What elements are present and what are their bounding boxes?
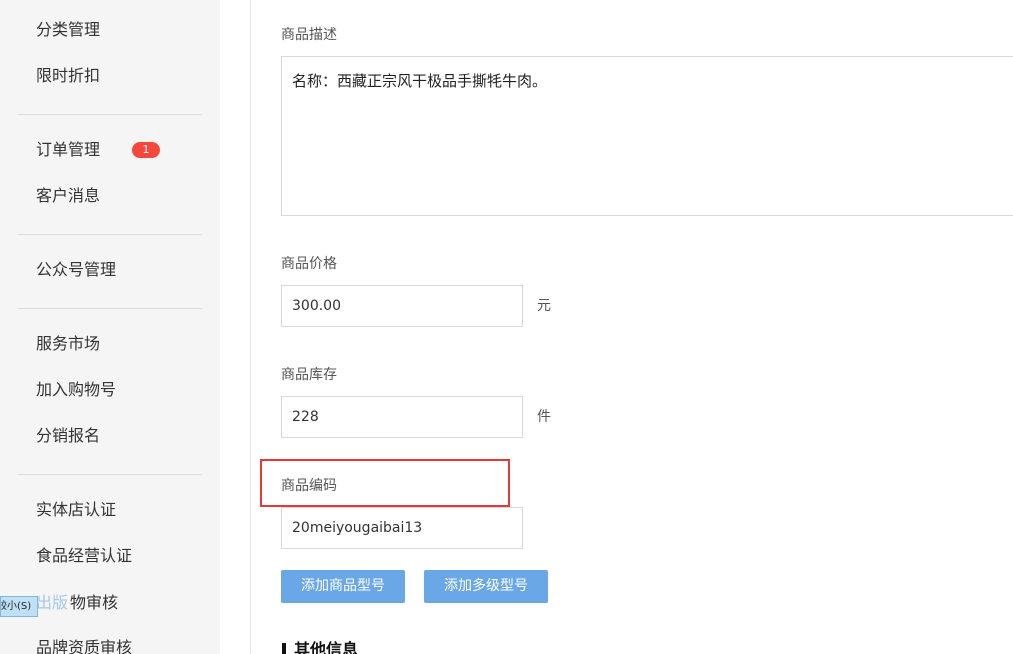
code-input[interactable]: 20meiyougaibai13 — [281, 507, 523, 549]
add-model-button[interactable]: 添加商品型号 — [281, 570, 405, 603]
description-label: 商品描述 — [281, 27, 337, 43]
sidebar-item-category[interactable]: 分类管理 — [36, 20, 100, 40]
sidebar-item-publication-review[interactable]: 物审核 — [70, 593, 118, 613]
price-input[interactable]: 300.00 — [281, 285, 523, 327]
sidebar-item-brand-review[interactable]: 品牌资质审核 — [36, 638, 132, 654]
content-divider — [250, 0, 251, 654]
sidebar-item-store-certification[interactable]: 实体店认证 — [36, 500, 116, 520]
sidebar-divider — [18, 234, 202, 235]
ime-candidate-box[interactable]: 较小(S) — [0, 596, 38, 617]
description-textarea[interactable]: 名称：西藏正宗风干极品手撕牦牛肉。 — [281, 56, 1013, 216]
sidebar-item-messages[interactable]: 客户消息 — [36, 186, 100, 206]
sidebar-item-orders[interactable]: 订单管理 — [36, 140, 100, 160]
sidebar-item-join-shopping[interactable]: 加入购物号 — [36, 380, 116, 400]
ime-composition-text: 出版 — [36, 593, 69, 612]
price-unit: 元 — [537, 298, 551, 314]
section-marker — [282, 643, 286, 654]
other-info-title: 其他信息 — [294, 640, 359, 654]
app-frame: 分类管理 限时折扣 订单管理 1 客户消息 公众号管理 服务市场 加入购物号 分… — [0, 0, 1013, 654]
sidebar-divider — [18, 474, 202, 475]
sidebar-item-discount[interactable]: 限时折扣 — [36, 66, 100, 86]
stock-unit: 件 — [537, 409, 551, 425]
code-label: 商品编码 — [281, 478, 337, 494]
sidebar-divider — [18, 308, 202, 309]
sidebar-item-distribution[interactable]: 分销报名 — [36, 426, 100, 446]
order-count-badge: 1 — [132, 142, 160, 158]
add-multi-model-button[interactable]: 添加多级型号 — [424, 570, 548, 603]
stock-input[interactable]: 228 — [281, 396, 523, 438]
price-label: 商品价格 — [281, 256, 337, 272]
stock-label: 商品库存 — [281, 367, 337, 383]
sidebar-divider — [18, 114, 202, 115]
sidebar-item-service-market[interactable]: 服务市场 — [36, 334, 100, 354]
sidebar-item-official-account[interactable]: 公众号管理 — [36, 260, 116, 280]
sidebar: 分类管理 限时折扣 订单管理 1 客户消息 公众号管理 服务市场 加入购物号 分… — [0, 0, 220, 654]
sidebar-item-food-certification[interactable]: 食品经营认证 — [36, 546, 132, 566]
